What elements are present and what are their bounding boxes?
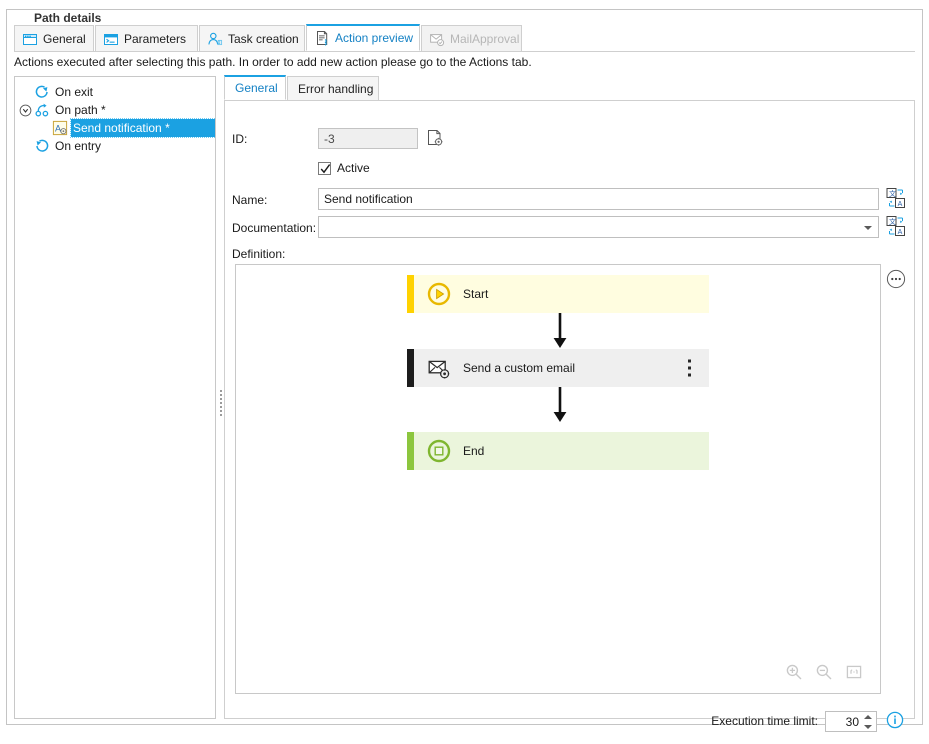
translate-icon[interactable]: 文 A [886,187,906,212]
tree-item-label: On entry [55,139,102,153]
chevron-down-icon[interactable] [864,226,872,230]
stepper-buttons[interactable] [864,714,873,730]
tab-error-handling-label: Error handling [298,81,374,96]
name-input[interactable] [318,188,879,210]
name-label: Name: [232,193,268,207]
page-settings-icon[interactable] [425,128,445,151]
svg-text:文: 文 [889,217,896,226]
node-body: End [414,432,709,470]
node-menu-icon[interactable] [688,359,691,377]
workflow-canvas[interactable]: Start Send a custom email End [235,264,881,694]
flow-arrow-1 [549,313,571,352]
node-body: Start [414,275,709,313]
info-circle-icon[interactable] [886,711,904,732]
on-path-icon [34,102,50,118]
documentation-combobox[interactable] [318,216,879,238]
execution-time-limit-stepper[interactable]: 30 [825,710,877,732]
main-tab-strip: General Parameters Task creation Action … [14,24,915,52]
tree-item-label: On exit [55,85,94,99]
tab-inner-general-label: General [235,81,278,95]
translate-icon[interactable]: 文 A [886,215,906,240]
tab-task-creation[interactable]: Task creation [199,25,305,51]
tab-parameters[interactable]: Parameters [95,25,198,51]
play-circle-icon [427,282,451,306]
canvas-zoom-tools [785,663,863,684]
tree-item-send-notification[interactable]: A Send notification * [15,118,215,138]
footer-bar: Execution time limit: 30 [225,698,916,744]
flow-node-end[interactable]: End [407,432,709,470]
flow-node-send-custom-email[interactable]: Send a custom email [407,349,709,387]
node-label: Send a custom email [463,361,576,375]
zoom-out-icon[interactable] [815,663,833,684]
id-label: ID: [232,132,248,146]
path-details-title: Path details [29,11,107,25]
flow-arrow-2 [549,387,571,426]
execution-time-limit-value: 30 [845,714,859,729]
node-accent-bar [407,432,414,470]
tree-item-on-exit[interactable]: On exit [15,83,215,101]
action-detail-panel: General Error handling ID: -3 Active Nam… [224,75,915,732]
node-accent-bar [407,349,414,387]
splitter-grip [220,390,222,418]
checkbox-box[interactable] [318,161,331,175]
tab-error-handling[interactable]: Error handling [287,76,379,100]
mail-gear-icon [427,356,451,380]
active-label: Active [337,161,370,175]
node-label: End [463,444,485,458]
svg-text:文: 文 [889,189,896,198]
script-icon [314,30,330,46]
tab-parameters-label: Parameters [124,31,187,46]
on-entry-icon [34,138,50,154]
window-icon [22,31,38,47]
tab-action-preview-label: Action preview [335,31,414,45]
general-form: ID: Active Name: [224,101,915,732]
zoom-reset-icon[interactable] [845,663,863,684]
node-body: Send a custom email [414,349,709,387]
tab-general[interactable]: General [14,25,94,51]
execution-time-limit-label: Execution time limit: [711,714,818,728]
check-mark-icon [320,163,331,173]
tab-action-preview[interactable]: Action preview [306,24,420,51]
more-options-circle-icon[interactable] [886,269,906,292]
id-input[interactable] [318,128,418,149]
documentation-label: Documentation: [232,221,317,235]
on-exit-icon [34,84,50,100]
stepper-up-icon[interactable] [864,714,872,719]
action-tree: On exit On path * A Send notification * … [15,77,215,155]
user-task-icon [207,31,223,47]
tree-item-on-entry[interactable]: On entry [15,137,215,155]
flow-node-start[interactable]: Start [407,275,709,313]
action-tree-panel[interactable]: On exit On path * A Send notification * … [14,76,216,719]
node-accent-bar [407,275,414,313]
tree-item-label: Send notification * [70,118,215,138]
definition-label: Definition: [232,247,286,261]
svg-text:A: A [898,229,903,236]
tree-item-label: On path * [55,103,106,117]
console-icon [103,31,119,47]
svg-text:A: A [55,124,61,134]
tab-general-label: General [43,31,86,46]
tab-task-creation-label: Task creation [228,31,299,46]
description-text: Actions executed after selecting this pa… [14,55,532,69]
collapse-chevron-icon[interactable] [19,104,32,117]
tab-strip-baseline [14,51,915,52]
zoom-in-icon[interactable] [785,663,803,684]
tab-mail-approval[interactable]: MailApproval [421,25,522,51]
mail-check-icon [429,31,445,47]
svg-text:A: A [898,201,903,208]
active-checkbox[interactable]: Active [318,161,370,175]
stop-circle-icon [427,439,451,463]
node-label: Start [463,287,489,301]
tab-mail-approval-label: MailApproval [450,31,520,46]
stepper-down-icon[interactable] [864,724,872,729]
tree-item-on-path[interactable]: On path * [15,101,215,119]
inner-tab-strip: General Error handling [224,75,915,101]
action-icon: A [52,120,68,136]
tab-inner-general[interactable]: General [224,75,286,100]
